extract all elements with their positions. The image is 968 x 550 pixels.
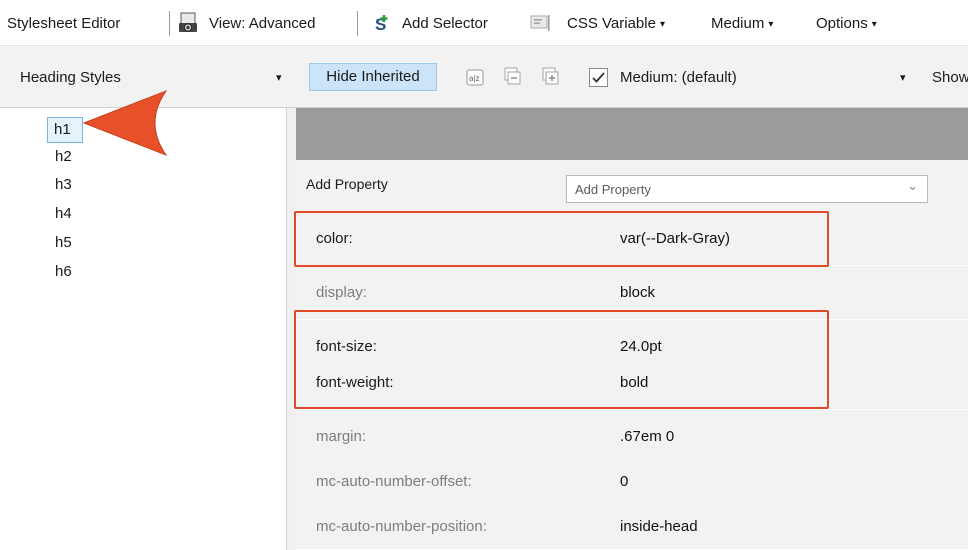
tree-item-h5[interactable]: h5 [55, 233, 72, 253]
collapse-icon[interactable] [502, 67, 522, 91]
panel-splitter[interactable] [287, 108, 296, 550]
property-name: font-size: [316, 338, 377, 355]
css-variable-icon[interactable] [530, 13, 552, 33]
property-name: margin: [316, 428, 367, 445]
selector-tree: h1 h2 h3 h4 h5 h6 [0, 108, 287, 550]
expand-icon[interactable] [540, 67, 560, 91]
css-variable-dropdown[interactable]: CSS Variable ▾ [567, 14, 665, 34]
tree-item-h2[interactable]: h2 [55, 147, 72, 167]
camera-icon[interactable] [176, 11, 200, 32]
hide-inherited-button[interactable]: Hide Inherited [309, 63, 437, 91]
property-name: color: [316, 230, 353, 247]
property-row-mc-auto-number-position[interactable]: mc-auto-number-position: inside-head [296, 500, 968, 550]
property-name: mc-auto-number-position: [316, 518, 487, 535]
pointer-arrow-icon [80, 87, 172, 163]
chevron-down-icon: ▾ [659, 19, 665, 30]
property-row-font-weight[interactable]: font-weight: bold [296, 356, 968, 410]
main-toolbar: Stylesheet Editor View: Advanced S Add S… [0, 0, 968, 46]
medium-dropdown[interactable]: Medium ▾ [711, 14, 773, 34]
property-value[interactable]: block [620, 284, 655, 301]
css-variable-label: CSS Variable [567, 15, 656, 32]
add-property-row: Add Property Add Property ⌄ [296, 160, 968, 212]
options-dropdown[interactable]: Options ▾ [816, 14, 877, 34]
add-property-combobox[interactable]: Add Property ⌄ [566, 175, 928, 203]
property-value[interactable]: 0 [620, 473, 628, 490]
chevron-down-icon[interactable]: ▾ [276, 68, 282, 88]
show-dropdown[interactable]: Show [932, 68, 968, 88]
property-row-color[interactable]: color: var(--Dark-Gray) [296, 212, 968, 266]
view-advanced-button[interactable]: View: Advanced [209, 14, 315, 34]
property-value[interactable]: bold [620, 374, 648, 391]
property-name: display: [316, 284, 367, 301]
property-name: mc-auto-number-offset: [316, 473, 472, 490]
options-label: Options [816, 15, 868, 32]
chevron-down-icon: ⌄ [907, 178, 918, 193]
checkbox-icon[interactable] [589, 68, 608, 91]
property-value[interactable]: .67em 0 [620, 428, 674, 445]
chevron-down-icon: ▾ [768, 19, 774, 30]
style-group-select[interactable]: Heading Styles [20, 68, 121, 88]
svg-text:a|z: a|z [469, 74, 480, 83]
medium-select[interactable]: Medium: (default) [620, 68, 737, 88]
add-property-label: Add Property [306, 176, 388, 192]
sort-az-icon[interactable]: a|z [466, 68, 486, 92]
toolbar-divider [357, 11, 358, 36]
tree-item-h6[interactable]: h6 [55, 262, 72, 282]
property-name: font-weight: [316, 374, 394, 391]
property-value[interactable]: var(--Dark-Gray) [620, 230, 730, 247]
add-selector-icon[interactable]: S [372, 13, 392, 34]
stylesheet-editor-label: Stylesheet Editor [7, 15, 121, 32]
property-row-display[interactable]: display: block [296, 266, 968, 320]
toolbar-divider [169, 11, 170, 36]
property-value[interactable]: inside-head [620, 518, 698, 535]
tree-item-h4[interactable]: h4 [55, 204, 72, 224]
tree-item-h3[interactable]: h3 [55, 175, 72, 195]
add-property-placeholder: Add Property [575, 182, 651, 197]
add-selector-button[interactable]: Add Selector [402, 14, 488, 34]
medium-label: Medium [711, 15, 765, 32]
chevron-down-icon[interactable]: ▾ [900, 68, 906, 88]
grid-header [296, 108, 968, 160]
chevron-down-icon: ▾ [871, 19, 877, 30]
property-value[interactable]: 24.0pt [620, 338, 662, 355]
tree-item-h1[interactable]: h1 [47, 117, 83, 143]
